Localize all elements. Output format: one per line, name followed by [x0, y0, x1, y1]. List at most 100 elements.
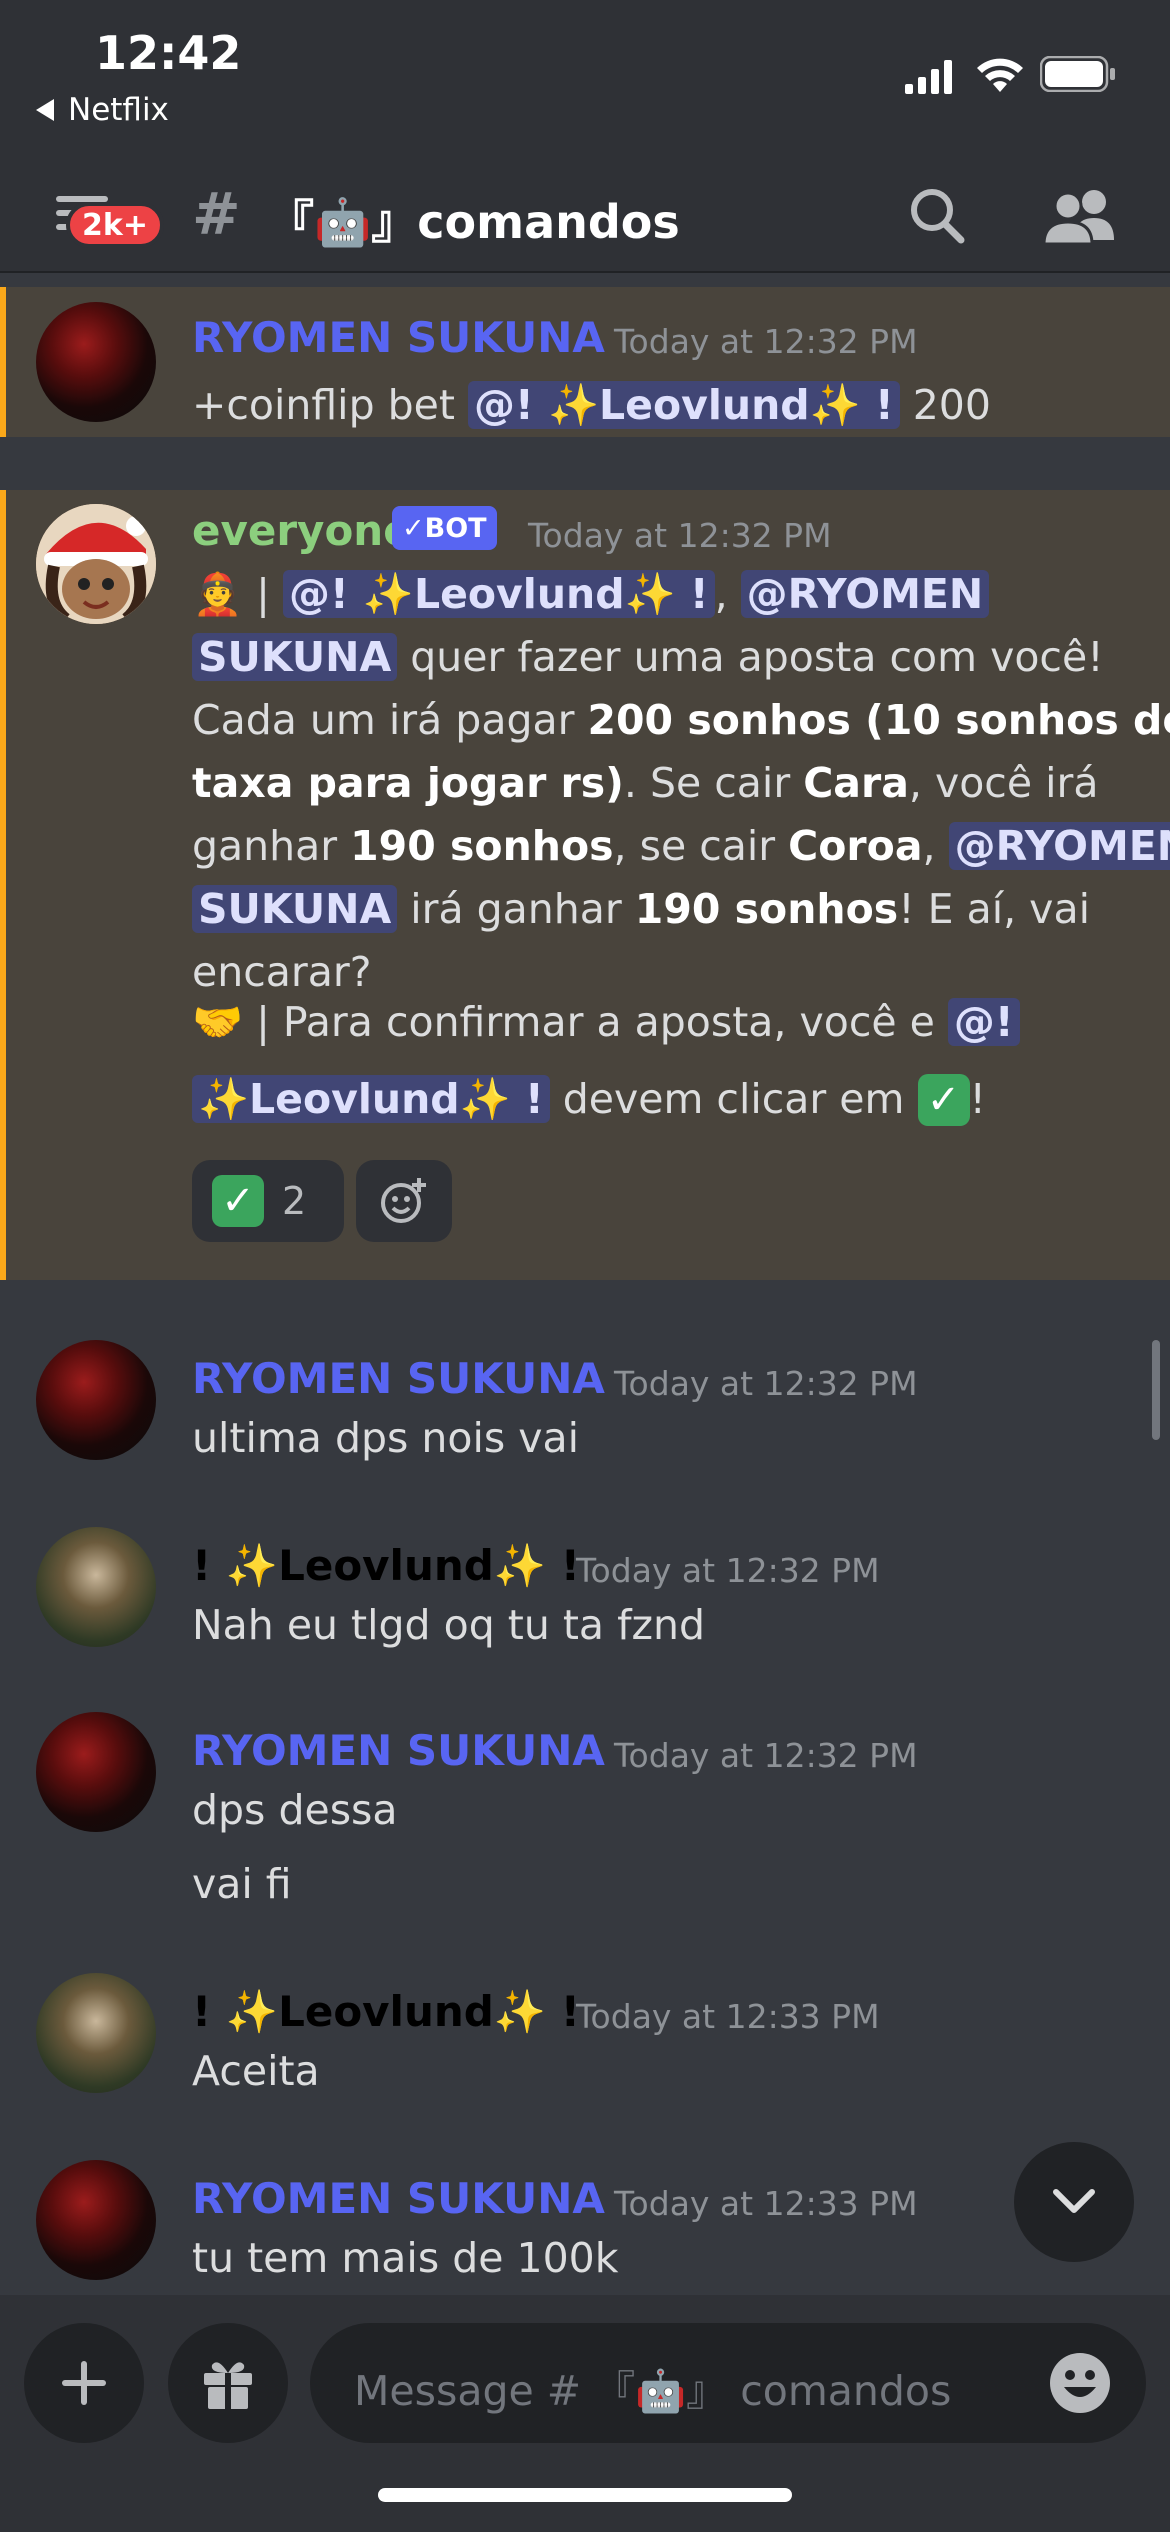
- channel-hash-icon: #: [192, 180, 241, 248]
- user-mention[interactable]: @RYOMEN: [740, 570, 990, 618]
- message-timestamp: Today at 12:32 PM: [576, 1551, 880, 1590]
- message-bold-text: Coroa: [788, 822, 923, 870]
- avatar[interactable]: [36, 302, 156, 422]
- emoji-picker-icon[interactable]: [1048, 2351, 1112, 2415]
- user-mention[interactable]: SUKUNA: [192, 633, 398, 681]
- reaction-check[interactable]: ✓ 2: [192, 1160, 344, 1242]
- message-text: 👲 |: [192, 570, 283, 618]
- bot-avatar-image: [36, 504, 156, 624]
- message-author[interactable]: RYOMEN SUKUNA: [192, 1354, 605, 1403]
- message-content-line: encarar?: [192, 948, 372, 996]
- status-time: 12:42: [95, 26, 242, 80]
- bot-tag: ✓BOT: [392, 506, 497, 550]
- user-mention[interactable]: @RYOMEN: [948, 822, 1170, 870]
- message-input-placeholder: Message # 『🤖』 comandos: [354, 2367, 952, 2415]
- message-item[interactable]: everyone ✓BOT Today at 12:32 PM 👲 | @! ✨…: [0, 490, 1170, 996]
- user-mention[interactable]: @!: [947, 998, 1020, 1046]
- message-text: !: [969, 1075, 986, 1123]
- avatar[interactable]: [36, 504, 156, 624]
- message-item[interactable]: RYOMEN SUKUNA Today at 12:32 PM +coinfli…: [0, 287, 1170, 437]
- message-text: ganhar: [192, 822, 351, 870]
- message-content: Aceita: [192, 2047, 320, 2095]
- status-bar: 12:42 Netflix: [0, 0, 1170, 160]
- check-mark-icon: ✓: [212, 1175, 264, 1227]
- user-mention[interactable]: ✨Leovlund✨ !: [192, 1075, 550, 1123]
- avatar[interactable]: [36, 1340, 156, 1460]
- message-bold-text: taxa para jogar rs): [192, 759, 624, 807]
- message-text: ,: [714, 570, 741, 618]
- add-attachment-button[interactable]: [24, 2323, 144, 2443]
- message-content: +coinflip bet @! ✨Leovlund✨ ! 200: [192, 381, 991, 430]
- message-content-line: SUKUNA quer fazer uma aposta com você!: [192, 633, 1104, 681]
- message-timestamp: Today at 12:32 PM: [528, 516, 832, 555]
- reaction-count: 2: [282, 1179, 307, 1223]
- gift-icon: [204, 2362, 252, 2409]
- user-mention[interactable]: SUKUNA: [192, 885, 398, 933]
- message-content-line: SUKUNA irá ganhar 190 sonhos! E aí, vai: [192, 885, 1090, 933]
- message-content: dps dessa: [192, 1786, 398, 1834]
- message-text: ! E aí, vai: [898, 885, 1090, 933]
- message-timestamp: Today at 12:33 PM: [614, 2184, 918, 2223]
- avatar[interactable]: [36, 1527, 156, 1647]
- back-app-label: Netflix: [68, 92, 169, 128]
- message-content-line: 👲 | @! ✨Leovlund✨ !, @RYOMEN: [192, 570, 990, 619]
- avatar[interactable]: [36, 2160, 156, 2280]
- message-timestamp: Today at 12:33 PM: [576, 1997, 880, 2036]
- message-input[interactable]: Message # 『🤖』 comandos: [310, 2323, 1146, 2443]
- message-bold-text: 190 sonhos: [634, 885, 899, 933]
- cellular-signal-icon: [905, 60, 952, 94]
- plus-icon: [62, 2361, 106, 2405]
- add-reaction-icon: [381, 1178, 426, 1223]
- message-item[interactable]: RYOMEN SUKUNA Today at 12:32 PM dps dess…: [0, 1702, 1170, 1912]
- message-timestamp: Today at 12:32 PM: [614, 1736, 918, 1775]
- message-item[interactable]: RYOMEN SUKUNA Today at 12:32 PM ultima d…: [0, 1330, 1170, 1480]
- message-author[interactable]: RYOMEN SUKUNA: [192, 313, 605, 362]
- message-timestamp: Today at 12:32 PM: [614, 1364, 918, 1403]
- message-item[interactable]: ! ✨Leovlund✨ ! Today at 12:32 PM Nah eu …: [0, 1517, 1170, 1667]
- message-author[interactable]: ! ✨Leovlund✨ !: [192, 1541, 580, 1591]
- message-text: , se cair: [613, 822, 789, 870]
- channel-header: 2k+ # 『🤖』comandos: [0, 160, 1170, 273]
- user-mention[interactable]: @! ✨Leovlund✨ !: [468, 381, 900, 429]
- message-author[interactable]: ! ✨Leovlund✨ !: [192, 1987, 580, 2037]
- message-text: irá ganhar: [397, 885, 635, 933]
- message-text: , você irá: [908, 759, 1099, 807]
- message-text: 🤝 | Para confirmar a aposta, você e: [192, 998, 948, 1046]
- message-bold-text: 190 sonhos: [350, 822, 614, 870]
- home-indicator[interactable]: [378, 2488, 792, 2502]
- message-content-line: taxa para jogar rs). Se cair Cara, você …: [192, 759, 1098, 807]
- add-reaction-button[interactable]: [356, 1160, 452, 1242]
- avatar[interactable]: [36, 1712, 156, 1832]
- message-list[interactable]: RYOMEN SUKUNA Today at 12:32 PM +coinfli…: [0, 275, 1170, 2295]
- jump-to-present-button[interactable]: [1014, 2142, 1134, 2262]
- message-content: ultima dps nois vai: [192, 1414, 580, 1462]
- message-content-line: Cada um irá pagar 200 sonhos (10 sonhos …: [192, 696, 1170, 744]
- check-mark-icon: ✓: [917, 1074, 970, 1126]
- channel-title[interactable]: 『🤖』comandos: [268, 186, 680, 252]
- message-content: Nah eu tlgd oq tu ta fznd: [192, 1601, 706, 1649]
- wifi-icon: [977, 58, 1023, 92]
- message-text: 200: [899, 381, 991, 429]
- members-icon[interactable]: [1040, 186, 1120, 246]
- message-bold-text: 200 sonhos (10 sonhos de: [587, 696, 1170, 744]
- message-content-line: 🤝 | Para confirmar a aposta, você e @!: [192, 998, 1020, 1047]
- user-mention[interactable]: @! ✨Leovlund✨ !: [282, 570, 715, 618]
- message-text: quer fazer uma aposta com você!: [397, 633, 1104, 681]
- message-text: +coinflip bet: [192, 381, 468, 429]
- message-item-continued[interactable]: 🤝 | Para confirmar a aposta, você e @! ✨…: [0, 990, 1170, 1280]
- gift-button[interactable]: [168, 2323, 288, 2443]
- message-bold-text: Cara: [803, 759, 909, 807]
- message-author[interactable]: everyone: [192, 506, 412, 555]
- message-text: ,: [922, 822, 949, 870]
- scrollbar-thumb[interactable]: [1152, 1340, 1160, 1440]
- avatar[interactable]: [36, 1973, 156, 2093]
- message-item[interactable]: ! ✨Leovlund✨ ! Today at 12:33 PM Aceita: [0, 1963, 1170, 2113]
- back-to-app-link[interactable]: Netflix: [36, 92, 169, 128]
- unread-badge: 2k+: [66, 202, 164, 248]
- chevron-down-icon: [1053, 2189, 1095, 2213]
- message-author[interactable]: RYOMEN SUKUNA: [192, 1726, 605, 1775]
- search-icon[interactable]: [905, 180, 969, 250]
- message-content: tu tem mais de 100k: [192, 2234, 619, 2282]
- message-author[interactable]: RYOMEN SUKUNA: [192, 2174, 605, 2223]
- message-item[interactable]: RYOMEN SUKUNA Today at 12:33 PM tu tem m…: [0, 2150, 1170, 2295]
